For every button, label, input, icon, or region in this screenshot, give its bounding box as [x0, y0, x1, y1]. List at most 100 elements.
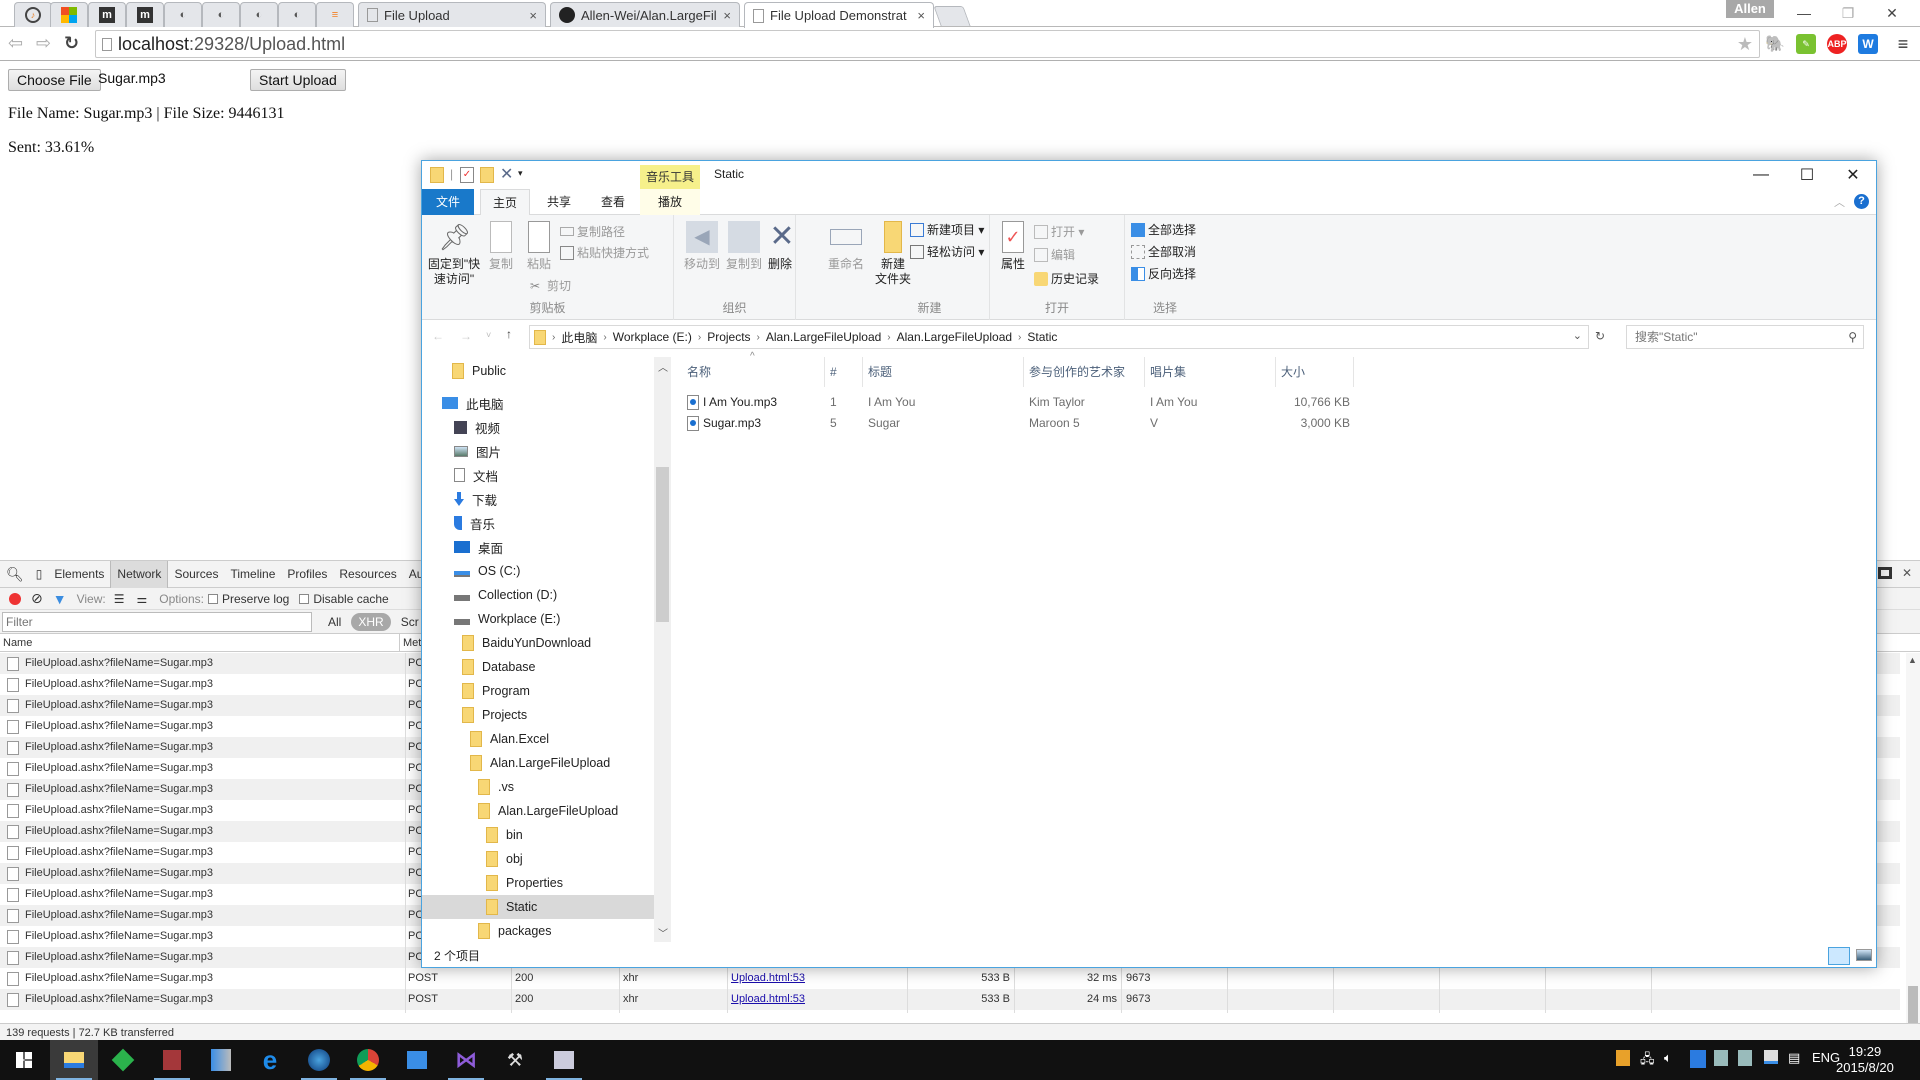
nav-item[interactable]: Properties [422, 871, 654, 895]
action-center-icon[interactable]: ▤ [1788, 1050, 1800, 1066]
profile-badge[interactable]: Allen [1726, 0, 1774, 18]
filter-xhr[interactable]: XHR [351, 612, 391, 631]
network-scrollbar[interactable]: ▲ [1906, 653, 1920, 1026]
tab-profiles[interactable]: Profiles [281, 561, 333, 588]
adblock-plus-icon[interactable]: ABP [1827, 34, 1847, 54]
preserve-log-checkbox[interactable] [207, 593, 218, 604]
column-title[interactable]: 标题 [863, 357, 1024, 387]
pinned-tab[interactable]: m [126, 2, 164, 27]
taskbar-app[interactable]: e [246, 1040, 294, 1080]
nav-item[interactable]: Program [422, 679, 654, 703]
disable-cache-checkbox[interactable] [299, 593, 310, 604]
taskbar-app[interactable] [148, 1040, 196, 1080]
nav-item[interactable]: .vs [422, 775, 654, 799]
start-button[interactable] [0, 1040, 48, 1080]
network-request-row[interactable]: FileUpload.ashx?fileName=Sugar.mp3POST20… [0, 989, 1900, 1010]
pinned-tab[interactable]: ◐ [164, 2, 202, 27]
file-row[interactable]: Sugar.mp3 5 Sugar Maroon 5 V 3,000 KB [682, 412, 1362, 434]
close-devtools-icon[interactable]: ✕ [1902, 566, 1912, 580]
request-initiator-link[interactable]: Upload.html:53 [728, 989, 908, 1010]
column-track[interactable]: # [825, 357, 863, 387]
pinned-tab[interactable] [50, 2, 88, 27]
navigation-scrollbar[interactable]: ︿ ﹀ [654, 357, 671, 942]
nav-item[interactable]: bin [422, 823, 654, 847]
large-icons-view-icon[interactable] [1856, 949, 1872, 961]
nav-item[interactable]: 图片 [422, 439, 654, 463]
nav-item[interactable]: Alan.Excel [422, 727, 654, 751]
nav-item[interactable]: BaiduYunDownload [422, 631, 654, 655]
column-album[interactable]: 唱片集 [1145, 357, 1276, 387]
tray-app-icon[interactable] [1714, 1050, 1728, 1066]
address-bar[interactable]: localhost:29328/Upload.html ★ [95, 30, 1760, 58]
select-none-button[interactable]: 全部取消 [1131, 243, 1196, 260]
close-button[interactable]: ✕ [1830, 161, 1876, 189]
ribbon-tab-share[interactable]: 共享 [534, 189, 584, 215]
filter-input[interactable] [2, 611, 312, 632]
scroll-thumb[interactable] [1908, 986, 1918, 1026]
tab-github[interactable]: Allen-Wei/Alan.LargeFil × [550, 2, 740, 27]
select-all-button[interactable]: 全部选择 [1131, 221, 1196, 238]
overview-icon[interactable]: ⚌ [137, 592, 148, 606]
ribbon-tab-view[interactable]: 查看 [588, 189, 638, 215]
search-input[interactable]: 搜索"Static" ⚲ [1626, 325, 1864, 349]
clear-icon[interactable]: ⊘ [31, 590, 43, 607]
nav-item[interactable]: 文档 [422, 463, 654, 487]
taskbar-app[interactable] [295, 1040, 343, 1080]
taskbar-app[interactable] [50, 1040, 98, 1080]
history-button[interactable]: 历史记录 [1034, 270, 1099, 287]
clock[interactable]: 19:29 2015/8/20 [1836, 1044, 1894, 1076]
reload-button[interactable]: ↻ [64, 33, 79, 54]
request-initiator-link[interactable]: Upload.html:53 [728, 968, 908, 989]
nav-item[interactable]: 此电脑 [422, 391, 654, 415]
delete-button[interactable]: ✕ 删除 [766, 221, 795, 272]
bookmark-star-icon[interactable]: ★ [1737, 34, 1753, 55]
filter-all[interactable]: All [328, 615, 341, 629]
filter-icon[interactable]: ▼ [53, 591, 67, 607]
properties-button[interactable]: ✓ 属性 [996, 221, 1030, 272]
scroll-down-icon[interactable]: ﹀ [658, 925, 668, 940]
record-icon[interactable] [9, 592, 21, 605]
breadcrumb[interactable]: › 此电脑 › Workplace (E:) › Projects › Alan.Lar… [529, 325, 1589, 349]
pin-quick-access-button[interactable]: 📌︎ 固定到"快 速访问" [426, 221, 482, 287]
rename-button[interactable]: 重命名 [826, 221, 866, 272]
nav-item[interactable]: Alan.LargeFileUpload [422, 751, 654, 775]
move-to-button[interactable]: ◀ 移动到 [682, 221, 722, 272]
ribbon-tab-file[interactable]: 文件 [422, 189, 474, 215]
nav-item[interactable]: 下载 [422, 487, 654, 511]
taskbar-app[interactable] [197, 1040, 245, 1080]
properties-quick-access-icon[interactable]: ✓ [460, 167, 474, 183]
recent-locations-icon[interactable]: ˅ [486, 330, 491, 340]
pinned-tab[interactable]: ◐ [278, 2, 316, 27]
tab-file-upload[interactable]: File Upload × [358, 2, 546, 27]
copy-path-button[interactable]: 复制路径 [560, 223, 625, 240]
chrome-menu-icon[interactable]: ≡ [1893, 34, 1913, 54]
input-method-icon[interactable] [1690, 1050, 1706, 1068]
tray-app-icon[interactable] [1738, 1050, 1752, 1066]
column-method[interactable]: Met [400, 634, 421, 651]
column-name[interactable]: Name [0, 634, 400, 651]
choose-file-button[interactable]: Choose File [8, 69, 101, 91]
invert-selection-button[interactable]: 反向选择 [1131, 265, 1196, 282]
network-icon[interactable]: 🖧︎ [1640, 1050, 1655, 1072]
forward-button[interactable]: ⇨ [36, 33, 51, 54]
back-button[interactable]: ⇦ [8, 33, 23, 54]
restore-button[interactable]: ❐ [1826, 0, 1870, 26]
pinned-tab[interactable]: ◐ [240, 2, 278, 27]
ribbon-tab-play[interactable]: 播放 [640, 189, 700, 215]
maximize-button[interactable]: ☐ [1784, 161, 1830, 189]
pinned-tab[interactable]: m [88, 2, 126, 27]
column-artist[interactable]: 参与创作的艺术家 [1024, 357, 1145, 387]
minimize-button[interactable]: — [1782, 0, 1826, 26]
paste-button[interactable]: 粘贴 [522, 221, 556, 272]
tab-sources[interactable]: Sources [168, 561, 224, 588]
taskbar-app[interactable] [344, 1040, 392, 1080]
tray-app-icon[interactable] [1616, 1050, 1630, 1066]
taskbar-app[interactable]: ⋈ [442, 1040, 490, 1080]
pinned-tab[interactable]: ♪ [14, 2, 52, 27]
details-view-icon[interactable] [1828, 947, 1850, 965]
pinned-tab[interactable]: ≡ [316, 2, 354, 27]
nav-item[interactable]: Public [422, 359, 654, 383]
inspect-icon[interactable]: 🔍︎ [0, 561, 30, 588]
breadcrumb-item[interactable]: Workplace (E:) [613, 330, 692, 344]
open-button[interactable]: 打开 ▾ [1034, 223, 1084, 240]
